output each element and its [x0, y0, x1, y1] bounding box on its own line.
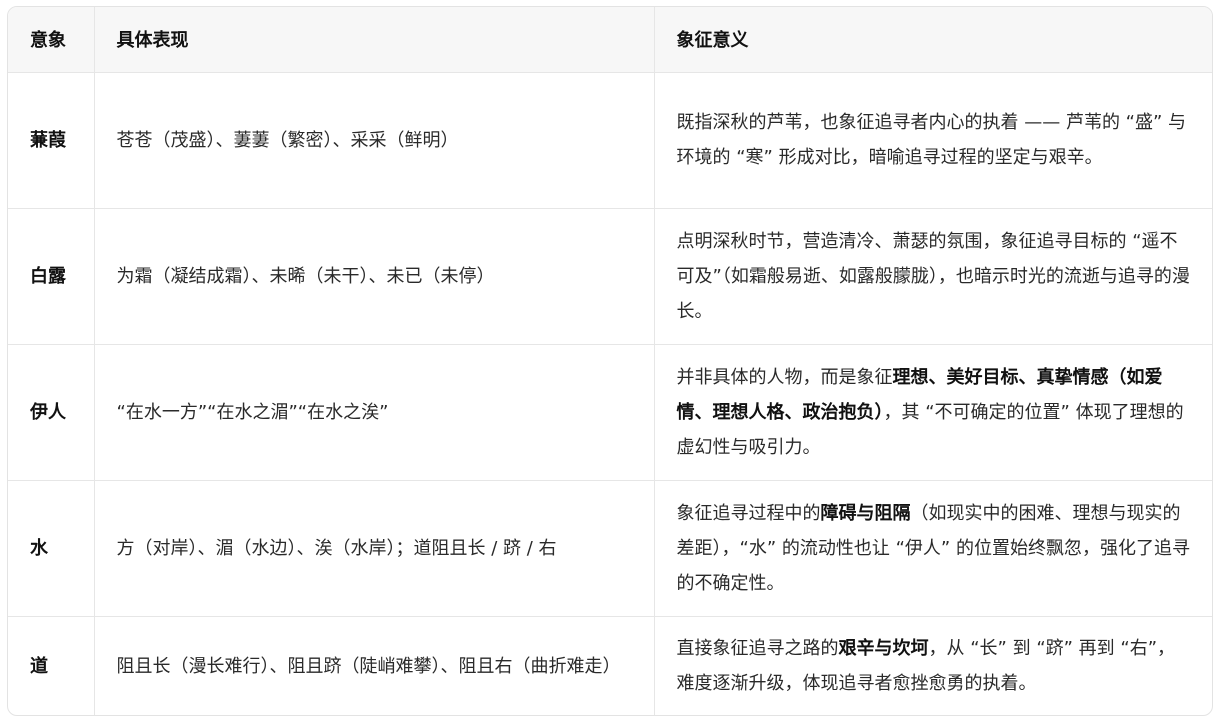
- table-row: 道 阻且长（漫长难行）、阻且跻（陡峭难攀）、阻且右（曲折难走） 直接象征追寻之路…: [8, 616, 1212, 715]
- meaning-emphasis: 障碍与阻隔: [820, 502, 911, 524]
- meaning-emphasis: 艰辛与坎坷: [838, 638, 929, 660]
- detail-cell: 苍苍（茂盛）、萋萋（繁密）、采采（鲜明）: [94, 72, 655, 209]
- table-header: 意象 具体表现 象征意义: [8, 7, 1212, 73]
- meaning-cell: 点明深秋时节，营造清冷、萧瑟的氛围，象征追寻目标的 “遥不可及”（如霜般易逝、如…: [654, 208, 1212, 345]
- meaning-cell: 象征追寻过程中的障碍与阻隔（如现实中的困难、理想与现实的差距），“水” 的流动性…: [654, 480, 1212, 617]
- meaning-cell: 直接象征追寻之路的艰辛与坎坷，从 “长” 到 “跻” 再到 “右”，难度逐渐升级…: [654, 616, 1212, 715]
- imagery-table: 意象 具体表现 象征意义 蒹葭 苍苍（茂盛）、萋萋（繁密）、采采（鲜明） 既指深…: [8, 7, 1212, 715]
- detail-cell: 方（对岸）、湄（水边）、涘（水岸）；道阻且长 / 跻 / 右: [94, 480, 655, 617]
- table-body: 蒹葭 苍苍（茂盛）、萋萋（繁密）、采采（鲜明） 既指深秋的芦苇，也象征追寻者内心…: [8, 72, 1212, 715]
- meaning-cell: 既指深秋的芦苇，也象征追寻者内心的执着 —— 芦苇的 “盛” 与环境的 “寒” …: [654, 72, 1212, 209]
- table-row: 蒹葭 苍苍（茂盛）、萋萋（繁密）、采采（鲜明） 既指深秋的芦苇，也象征追寻者内心…: [8, 72, 1212, 209]
- header-expression: 具体表现: [94, 7, 655, 73]
- table-row: 水 方（对岸）、湄（水边）、涘（水岸）；道阻且长 / 跻 / 右 象征追寻过程中…: [8, 480, 1212, 617]
- term-cell: 水: [8, 480, 95, 617]
- term-cell: 蒹葭: [8, 72, 95, 209]
- meaning-segment: 并非具体的人物，而是象征: [676, 366, 893, 388]
- term-cell: 伊人: [8, 344, 95, 481]
- meaning-segment: 象征追寻过程中的: [676, 502, 821, 524]
- meaning-cell: 并非具体的人物，而是象征理想、美好目标、真挚情感（如爱情、理想人格、政治抱负），…: [654, 344, 1212, 481]
- detail-cell: 为霜（凝结成霜）、未晞（未干）、未已（未停）: [94, 208, 655, 345]
- detail-cell: 阻且长（漫长难行）、阻且跻（陡峭难攀）、阻且右（曲折难走）: [94, 616, 655, 715]
- imagery-table-container: 意象 具体表现 象征意义 蒹葭 苍苍（茂盛）、萋萋（繁密）、采采（鲜明） 既指深…: [7, 6, 1213, 716]
- meaning-segment: 既指深秋的芦苇，也象征追寻者内心的执着 —— 芦苇的 “盛” 与环境的 “寒” …: [676, 112, 1187, 168]
- meaning-segment: 点明深秋时节，营造清冷、萧瑟的氛围，象征追寻目标的 “遥不可及”（如霜般易逝、如…: [676, 230, 1190, 322]
- detail-cell: “在水一方”“在水之湄”“在水之涘”: [94, 344, 655, 481]
- term-cell: 道: [8, 616, 95, 715]
- table-row: 伊人 “在水一方”“在水之湄”“在水之涘” 并非具体的人物，而是象征理想、美好目…: [8, 344, 1212, 481]
- header-imagery: 意象: [8, 7, 95, 73]
- term-cell: 白露: [8, 208, 95, 345]
- header-meaning: 象征意义: [654, 7, 1212, 73]
- header-row: 意象 具体表现 象征意义: [8, 7, 1212, 73]
- meaning-segment: 直接象征追寻之路的: [676, 638, 839, 660]
- table-row: 白露 为霜（凝结成霜）、未晞（未干）、未已（未停） 点明深秋时节，营造清冷、萧瑟…: [8, 208, 1212, 345]
